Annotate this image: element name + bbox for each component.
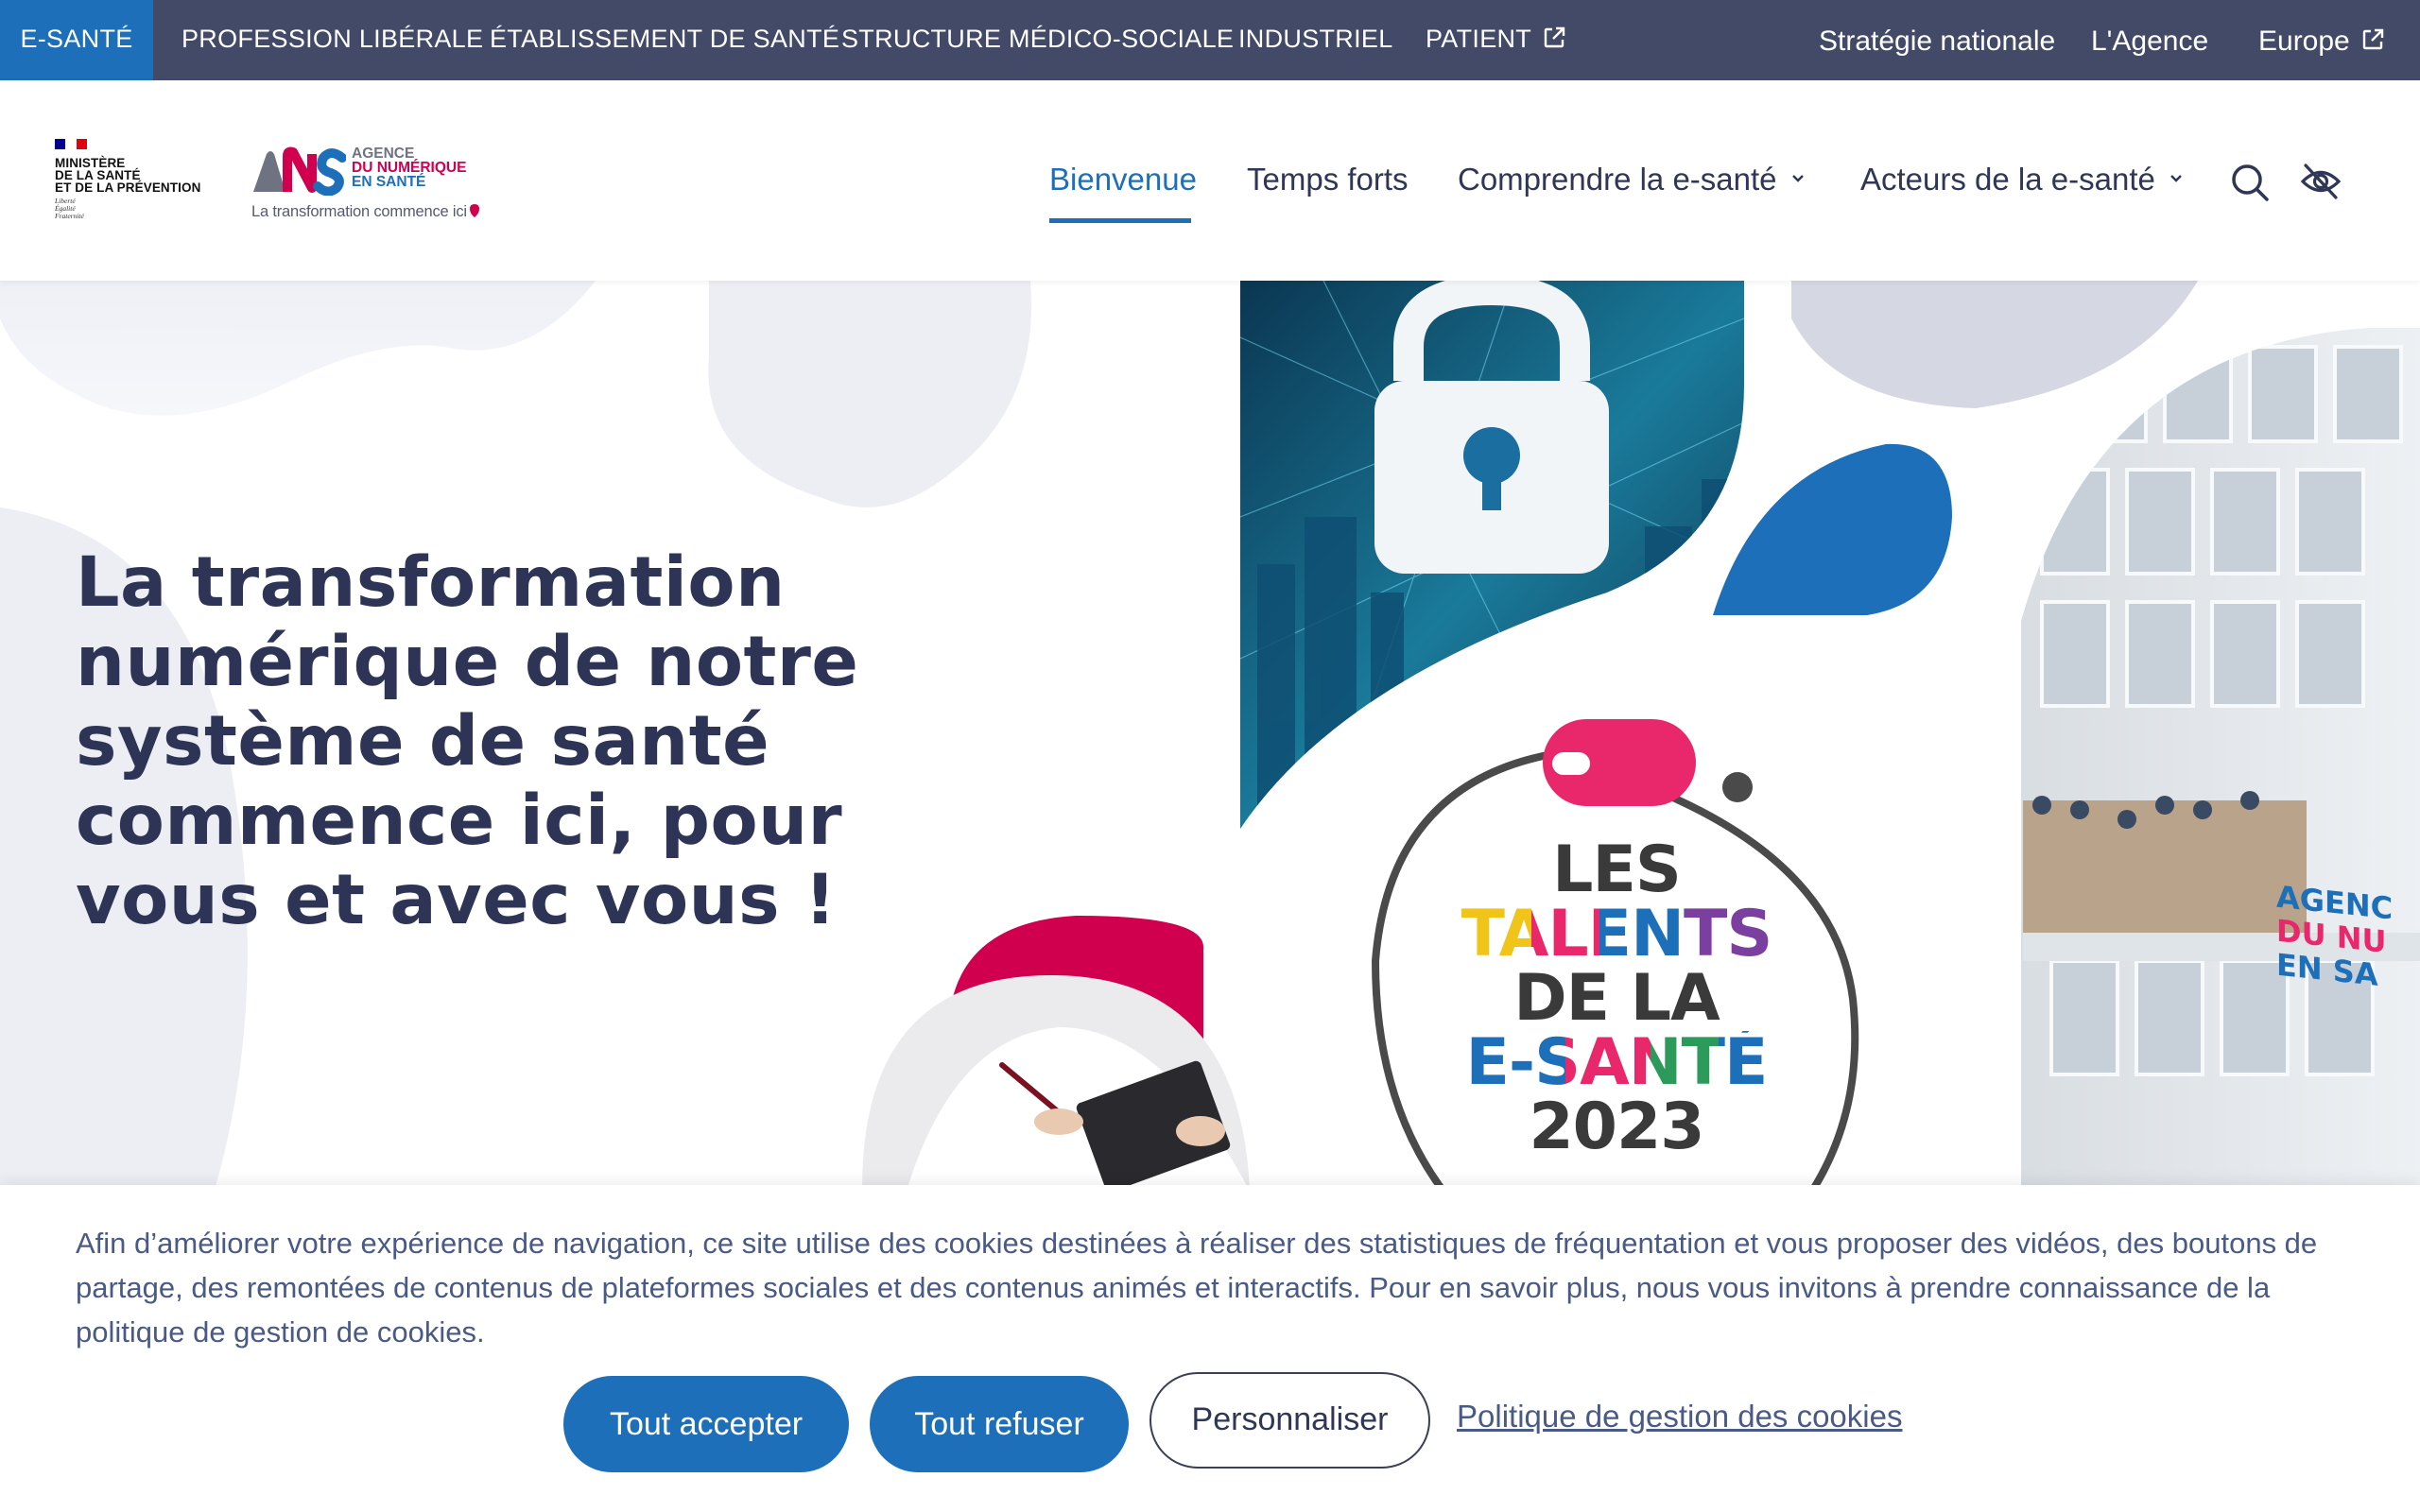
- chevron-down-icon: [2169, 175, 2182, 182]
- building-image: [2021, 328, 2420, 1226]
- cookie-message: Afin d’améliorer votre expérience de nav…: [76, 1227, 2318, 1349]
- ans-logo[interactable]: AGENCE DU NUMÉRIQUE EN SANTÉ La transfor…: [251, 146, 480, 232]
- nav-temps-forts[interactable]: Temps forts: [1247, 80, 1409, 281]
- active-nav-indicator: [1049, 218, 1191, 223]
- audience-tab-label: STRUCTURE MÉDICO-SOCIALE: [841, 25, 1235, 53]
- util-link-label: Stratégie nationale: [1819, 26, 2056, 57]
- audience-tab-profession-liberale[interactable]: PROFESSION LIBÉRALE: [182, 0, 483, 80]
- ans-name-line: EN SANTÉ: [352, 174, 426, 190]
- badge-line: LES: [1552, 833, 1682, 907]
- site-header: MINISTÈRE DE LA SANTÉ ET DE LA PRÉVENTIO…: [0, 80, 2420, 281]
- french-flag-icon: [55, 139, 87, 149]
- audience-bar: E-SANTÉ PROFESSION LIBÉRALE ÉTABLISSEMEN…: [0, 0, 2420, 80]
- audience-tab-label: ÉTABLISSEMENT DE SANTÉ: [490, 25, 840, 53]
- ministry-name: MINISTÈRE DE LA SANTÉ ET DE LA PRÉVENTIO…: [55, 157, 216, 195]
- ministry-motto: Liberté Égalité Fraternité: [55, 198, 216, 220]
- util-link-label: Europe: [2258, 26, 2350, 57]
- nav-acteurs-e-sante[interactable]: Acteurs de la e-santé: [1860, 80, 2184, 281]
- chevron-down-icon: [1791, 175, 1804, 182]
- building-sign: AGENC DU NU EN SA: [2276, 880, 2420, 998]
- nav-label: Bienvenue: [1049, 162, 1197, 197]
- ans-name: AGENCE DU NUMÉRIQUE EN SANTÉ: [352, 146, 467, 190]
- customize-button[interactable]: Personnaliser: [1150, 1372, 1430, 1469]
- motto-line: Liberté: [55, 197, 76, 205]
- audience-tab-label: PROFESSION LIBÉRALE: [182, 25, 484, 53]
- motto-line: Fraternité: [55, 212, 84, 220]
- badge-line: 2023: [1529, 1090, 1704, 1164]
- util-link-label: L'Agence: [2091, 26, 2209, 57]
- search-icon[interactable]: [2229, 162, 2271, 203]
- audience-tab-medico-sociale[interactable]: STRUCTURE MÉDICO-SOCIALE: [841, 0, 1234, 80]
- audience-tab-e-sante[interactable]: E-SANTÉ: [0, 0, 153, 80]
- eye-slash-icon[interactable]: [2299, 160, 2342, 203]
- ans-mark-icon: [253, 146, 347, 197]
- nav-label: Comprendre la e-santé: [1458, 162, 1777, 197]
- ministry-logo[interactable]: MINISTÈRE DE LA SANTÉ ET DE LA PRÉVENTIO…: [55, 139, 216, 233]
- drop-icon: [469, 204, 479, 217]
- audience-tab-label: PATIENT: [1426, 25, 1532, 53]
- ans-name-line: AGENCE: [352, 146, 415, 162]
- nav-bienvenue[interactable]: Bienvenue: [1049, 80, 1197, 281]
- ans-tagline-text: La transformation commence ici: [251, 203, 467, 220]
- ans-tagline: La transformation commence ici: [251, 203, 480, 221]
- ans-name-line: DU NUMÉRIQUE: [352, 160, 467, 176]
- audience-tab-etablissement[interactable]: ÉTABLISSEMENT DE SANTÉ: [490, 0, 839, 80]
- external-link-icon: [1544, 26, 1565, 48]
- audience-tab-label: E-SANTÉ: [20, 25, 133, 53]
- talents-badge: LES TALENTS DE LA E-SANTÉ 2023: [1446, 838, 1787, 1160]
- audience-tab-patient[interactable]: PATIENT: [1426, 0, 1565, 80]
- external-link-icon: [2362, 28, 2383, 50]
- ministry-line: ET DE LA PRÉVENTION: [55, 180, 201, 195]
- nav-comprendre-e-sante[interactable]: Comprendre la e-santé: [1458, 80, 1806, 281]
- badge-line: E-SANTÉ: [1446, 1031, 1787, 1095]
- refuse-all-button[interactable]: Tout refuser: [870, 1376, 1129, 1472]
- nav-label: Acteurs de la e-santé: [1860, 162, 2155, 197]
- link-agence[interactable]: L'Agence: [2091, 0, 2208, 80]
- badge-line: TALENTS: [1446, 902, 1787, 967]
- link-strategie-nationale[interactable]: Stratégie nationale: [1819, 0, 2055, 80]
- audience-tab-label: INDUSTRIEL: [1238, 25, 1393, 53]
- cookie-banner: Afin d’améliorer votre expérience de nav…: [0, 1185, 2420, 1512]
- nav-label: Temps forts: [1247, 162, 1409, 197]
- badge-line: DE LA: [1513, 961, 1720, 1036]
- link-europe[interactable]: Europe: [2258, 0, 2384, 80]
- accept-all-button[interactable]: Tout accepter: [563, 1376, 849, 1472]
- hero-title: La transformation numérique de notre sys…: [76, 542, 859, 940]
- audience-tab-industriel[interactable]: INDUSTRIEL: [1238, 0, 1393, 80]
- cookie-policy-link[interactable]: Politique de gestion des cookies: [1457, 1399, 1902, 1435]
